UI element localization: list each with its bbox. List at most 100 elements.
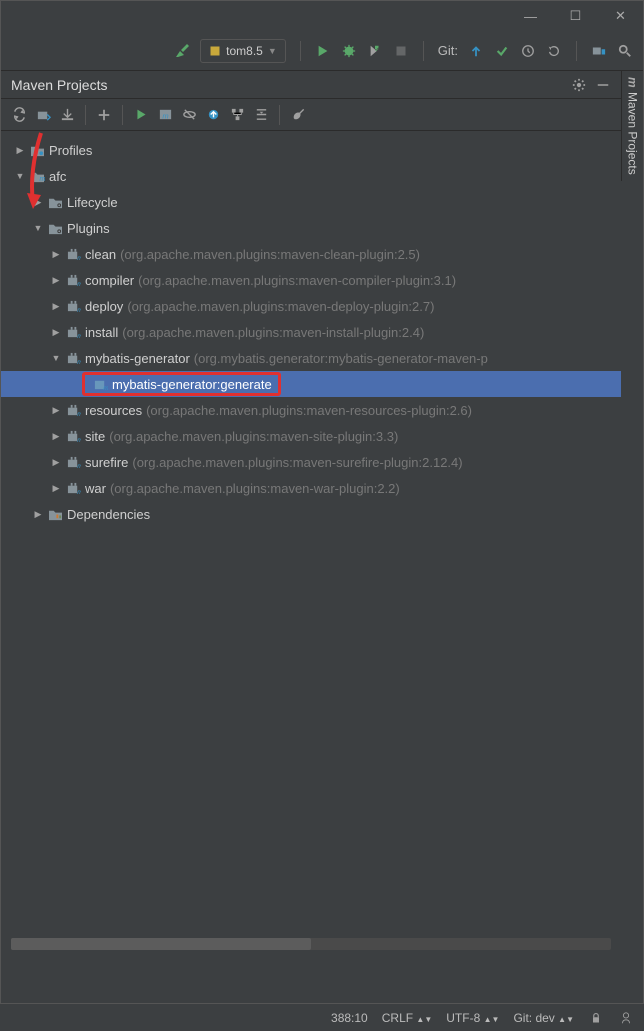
tree-node-plugin[interactable]: ▶ m clean (org.apache.maven.plugins:mave…	[1, 241, 621, 267]
svg-text:m: m	[162, 111, 168, 120]
collapse-arrow-icon[interactable]: ▼	[15, 171, 25, 181]
generate-sources-icon[interactable]	[35, 107, 51, 123]
run-icon[interactable]	[315, 43, 331, 59]
maven-module-icon: m	[28, 170, 46, 183]
tree-node-plugin[interactable]: ▶ m install (org.apache.maven.plugins:ma…	[1, 319, 621, 345]
side-tab-maven[interactable]: m Maven Projects	[621, 71, 643, 181]
settings-icon[interactable]	[290, 107, 306, 123]
expand-arrow-icon[interactable]: ▶	[51, 431, 61, 442]
svg-text:m: m	[77, 359, 81, 365]
tree-node-project[interactable]: ▼ m afc	[1, 163, 621, 189]
folder-deps-icon	[46, 508, 64, 521]
svg-text:m: m	[77, 463, 81, 469]
git-label: Git:	[438, 43, 458, 58]
close-button[interactable]: ✕	[598, 1, 643, 31]
tree-node-dependencies[interactable]: ▶ Dependencies	[1, 501, 621, 527]
plugin-icon: m	[64, 326, 82, 339]
build-icon[interactable]	[174, 43, 190, 59]
collapse-arrow-icon[interactable]: ▼	[33, 223, 43, 233]
panel-header: Maven Projects	[1, 71, 621, 99]
project-tree[interactable]: ▶ Profiles ▼ m afc ▶ Lifecycle ▼ Plugins…	[1, 131, 621, 527]
folder-gear-icon	[46, 196, 64, 209]
status-bar: 388:10 CRLF ▲▼ UTF-8 ▲▼ Git: dev ▲▼	[0, 1003, 644, 1031]
expand-arrow-icon[interactable]: ▶	[51, 327, 61, 338]
tree-node-lifecycle[interactable]: ▶ Lifecycle	[1, 189, 621, 215]
lock-icon[interactable]	[588, 1010, 604, 1026]
annotation-highlight: m mybatis-generator:generate	[82, 372, 281, 396]
git-update-icon[interactable]	[468, 43, 484, 59]
show-deps-icon[interactable]	[229, 107, 245, 123]
svg-text:m: m	[77, 411, 81, 417]
expand-arrow-icon[interactable]: ▶	[33, 509, 43, 520]
expand-arrow-icon[interactable]: ▼	[51, 353, 61, 363]
tree-node-plugin[interactable]: ▶ m war (org.apache.maven.plugins:maven-…	[1, 475, 621, 501]
toggle-skip-tests-icon[interactable]	[205, 107, 221, 123]
svg-text:m: m	[103, 385, 108, 391]
reimport-icon[interactable]	[11, 107, 27, 123]
tree-node-plugins[interactable]: ▼ Plugins	[1, 215, 621, 241]
svg-text:m: m	[77, 489, 81, 495]
svg-text:m: m	[39, 174, 45, 183]
git-commit-icon[interactable]	[494, 43, 510, 59]
plugin-icon: m	[64, 456, 82, 469]
inspector-icon[interactable]	[618, 1010, 634, 1026]
run-maven-icon[interactable]	[133, 107, 149, 123]
svg-text:m: m	[77, 307, 81, 313]
plugin-icon: m	[64, 404, 82, 417]
expand-arrow-icon[interactable]: ▶	[33, 197, 43, 208]
download-icon[interactable]	[59, 107, 75, 123]
horizontal-scrollbar[interactable]	[11, 938, 611, 950]
line-ending[interactable]: CRLF ▲▼	[382, 1011, 433, 1025]
tree-node-goal[interactable]: m mybatis-generator:generate	[1, 371, 621, 397]
expand-arrow-icon[interactable]: ▶	[15, 145, 25, 156]
hide-icon[interactable]	[595, 77, 611, 93]
plugin-icon: m	[64, 300, 82, 313]
minimize-button[interactable]: —	[508, 1, 553, 31]
chevron-down-icon: ▼	[268, 46, 277, 56]
plugin-icon: m	[64, 274, 82, 287]
svg-text:m: m	[77, 437, 81, 443]
expand-arrow-icon[interactable]: ▶	[51, 301, 61, 312]
maven-toolbar: m	[1, 99, 621, 131]
maven-icon: m	[626, 77, 640, 88]
search-icon[interactable]	[617, 43, 633, 59]
stop-icon[interactable]	[393, 43, 409, 59]
panel-title: Maven Projects	[11, 77, 107, 93]
plugin-icon: m	[64, 248, 82, 261]
plugin-icon: m	[64, 352, 82, 365]
window-titlebar: — ☐ ✕	[1, 1, 643, 31]
expand-arrow-icon[interactable]: ▶	[51, 483, 61, 494]
tree-node-plugin[interactable]: ▶ m site (org.apache.maven.plugins:maven…	[1, 423, 621, 449]
gear-icon[interactable]	[571, 77, 587, 93]
expand-arrow-icon[interactable]: ▶	[51, 249, 61, 260]
debug-icon[interactable]	[341, 43, 357, 59]
tree-node-plugin[interactable]: ▶ m resources (org.apache.maven.plugins:…	[1, 397, 621, 423]
execute-goal-icon[interactable]: m	[157, 107, 173, 123]
expand-arrow-icon[interactable]: ▶	[51, 275, 61, 286]
add-icon[interactable]	[96, 107, 112, 123]
goal-icon: m	[91, 378, 109, 391]
git-branch[interactable]: Git: dev ▲▼	[513, 1011, 574, 1025]
cursor-position[interactable]: 388:10	[331, 1011, 368, 1025]
maximize-button[interactable]: ☐	[553, 1, 598, 31]
open-project-icon[interactable]	[591, 43, 607, 59]
plugin-icon: m	[64, 430, 82, 443]
tree-node-plugin[interactable]: ▼ m mybatis-generator (org.mybatis.gener…	[1, 345, 621, 371]
history-icon[interactable]	[520, 43, 536, 59]
run-config-label: tom8.5	[226, 44, 263, 58]
tree-node-plugin[interactable]: ▶ m deploy (org.apache.maven.plugins:mav…	[1, 293, 621, 319]
folder-gear-icon	[46, 222, 64, 235]
encoding[interactable]: UTF-8 ▲▼	[446, 1011, 499, 1025]
collapse-icon[interactable]	[253, 107, 269, 123]
run-config-select[interactable]: tom8.5 ▼	[200, 39, 286, 63]
tree-node-plugin[interactable]: ▶ m surefire (org.apache.maven.plugins:m…	[1, 449, 621, 475]
expand-arrow-icon[interactable]: ▶	[51, 405, 61, 416]
tree-node-plugin[interactable]: ▶ m compiler (org.apache.maven.plugins:m…	[1, 267, 621, 293]
folder-icon	[28, 144, 46, 157]
tree-node-profiles[interactable]: ▶ Profiles	[1, 137, 621, 163]
toggle-offline-icon[interactable]	[181, 107, 197, 123]
run-coverage-icon[interactable]	[367, 43, 383, 59]
expand-arrow-icon[interactable]: ▶	[51, 457, 61, 468]
revert-icon[interactable]	[546, 43, 562, 59]
main-toolbar: tom8.5 ▼ Git:	[1, 31, 643, 71]
